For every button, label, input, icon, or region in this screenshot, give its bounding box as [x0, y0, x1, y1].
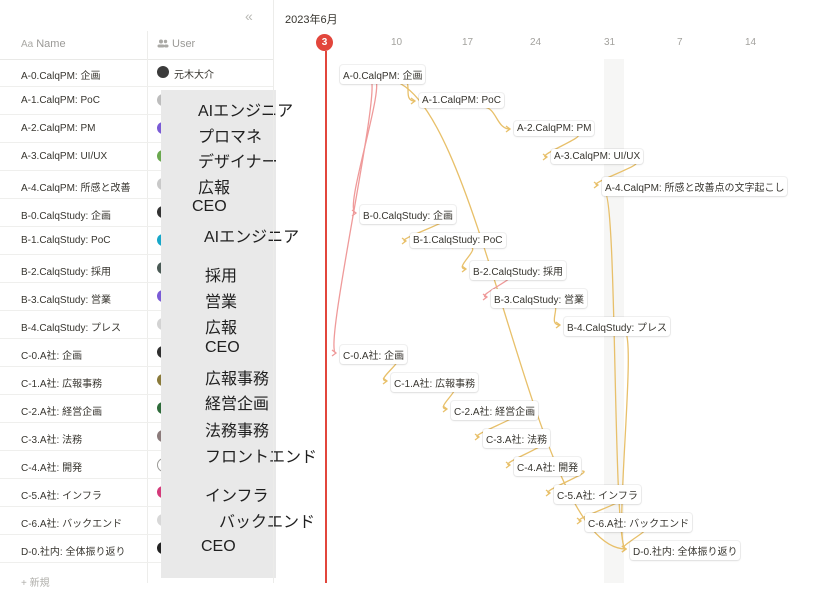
- task-name-cell[interactable]: A-3.CalqPM: UI/UX: [21, 151, 145, 162]
- timeline-item[interactable]: A-3.CalqPM: UI/UX: [551, 149, 644, 164]
- arrow-head: [331, 349, 338, 357]
- role-label: CEO: [201, 538, 236, 555]
- timeline-item[interactable]: A-1.CalqPM: PoC: [419, 93, 504, 108]
- timeline-item[interactable]: D-0.社内: 全体振り返り: [630, 541, 741, 560]
- task-name-cell[interactable]: D-0.社内: 全体振り返り: [21, 543, 145, 558]
- task-name-cell[interactable]: B-4.CalqStudy: プレス: [21, 319, 145, 334]
- table-header: Aa Name User: [0, 31, 273, 60]
- timeline-item[interactable]: C-1.A社: 広報事務: [391, 373, 479, 392]
- people-icon: [157, 39, 169, 48]
- timeline-item[interactable]: C-6.A社: バックエンド: [585, 513, 693, 532]
- timeline-item[interactable]: B-3.CalqStudy: 営業: [491, 289, 588, 308]
- dependency-arrow: [482, 106, 511, 130]
- new-row-button[interactable]: + 新規: [21, 574, 50, 589]
- timeline-item[interactable]: A-0.CalqPM: 企画: [340, 65, 426, 84]
- text-property-icon: Aa: [21, 39, 34, 50]
- task-name-cell[interactable]: A-1.CalqPM: PoC: [21, 95, 145, 106]
- user-column-label: User: [172, 38, 196, 50]
- timeline-panel: 2023年6月 10 17 24 31 7 14 3 A-0.CalqPM: 企画 A-1.…: [273, 0, 820, 583]
- task-name-cell[interactable]: C-1.A社: 広報事務: [21, 375, 145, 390]
- role-label: デザイナー: [198, 154, 278, 171]
- role-label: 営業: [205, 294, 238, 311]
- task-name-cell[interactable]: A-0.CalqPM: 企画: [21, 67, 145, 82]
- task-name-cell[interactable]: C-5.A社: インフラ: [21, 487, 145, 502]
- role-label: 広報: [205, 320, 238, 337]
- timeline-item[interactable]: A-2.CalqPM: PM: [514, 121, 595, 136]
- task-name-cell[interactable]: C-6.A社: バックエンド: [21, 515, 145, 530]
- task-name-cell[interactable]: B-1.CalqStudy: PoC: [21, 235, 145, 246]
- role-overlay-panel: AIエンジニア プロマネ デザイナー 広報 CEO AIエンジニア 採用 営業 広報 CEO 広報事…: [161, 90, 317, 578]
- role-label: CEO: [205, 339, 240, 356]
- role-label: 法務事務: [205, 423, 270, 440]
- table-row[interactable]: A-0.CalqPM: 企画 元木大介: [0, 59, 273, 87]
- role-label: プロマネ: [198, 129, 263, 146]
- task-name-cell[interactable]: A-2.CalqPM: PM: [21, 123, 145, 134]
- timeline-item[interactable]: C-3.A社: 法務: [483, 429, 551, 448]
- timeline-item[interactable]: C-4.A社: 開発: [514, 457, 582, 476]
- task-name-cell[interactable]: A-4.CalqPM: 所感と改善: [21, 179, 145, 194]
- role-label: インフラ: [205, 488, 269, 505]
- task-name-cell[interactable]: B-2.CalqStudy: 採用: [21, 263, 145, 278]
- timeline-item[interactable]: C-2.A社: 経営企画: [451, 401, 539, 420]
- timeline-item[interactable]: C-0.A社: 企画: [340, 345, 408, 364]
- role-label: 経営企画: [205, 396, 270, 413]
- user-name-cell[interactable]: 元木大介: [174, 66, 214, 81]
- name-column-header[interactable]: Aa Name: [21, 38, 66, 50]
- role-label: CEO: [192, 198, 227, 215]
- timeline-item[interactable]: A-4.CalqPM: 所感と改善点の文字起こし: [602, 177, 788, 196]
- task-name-cell[interactable]: C-4.A社: 開発: [21, 459, 145, 474]
- timeline-item[interactable]: B-4.CalqStudy: プレス: [564, 317, 671, 336]
- timeline-item[interactable]: C-5.A社: インフラ: [554, 485, 641, 504]
- task-name-cell[interactable]: B-0.CalqStudy: 企画: [21, 207, 145, 222]
- role-label: 広報: [198, 180, 231, 197]
- avatar: [157, 66, 169, 78]
- timeline-item[interactable]: B-1.CalqStudy: PoC: [410, 233, 506, 248]
- timeline-item[interactable]: B-2.CalqStudy: 採用: [470, 261, 567, 280]
- role-label: 採用: [205, 268, 238, 285]
- task-name-cell[interactable]: B-3.CalqStudy: 営業: [21, 291, 145, 306]
- collapse-sidebar-icon[interactable]: «: [245, 8, 253, 24]
- task-name-cell[interactable]: C-0.A社: 企画: [21, 347, 145, 362]
- timeline-item[interactable]: B-0.CalqStudy: 企画: [360, 205, 457, 224]
- name-column-label: Name: [36, 38, 66, 50]
- user-column-header[interactable]: User: [157, 38, 195, 50]
- task-name-cell[interactable]: C-3.A社: 法務: [21, 431, 145, 446]
- role-label: 広報事務: [205, 371, 270, 388]
- gantt-app: « Aa Name User A-0.CalqPM: 企画 元木大介 A-1.Calq…: [0, 0, 820, 589]
- task-name-cell[interactable]: C-2.A社: 経営企画: [21, 403, 145, 418]
